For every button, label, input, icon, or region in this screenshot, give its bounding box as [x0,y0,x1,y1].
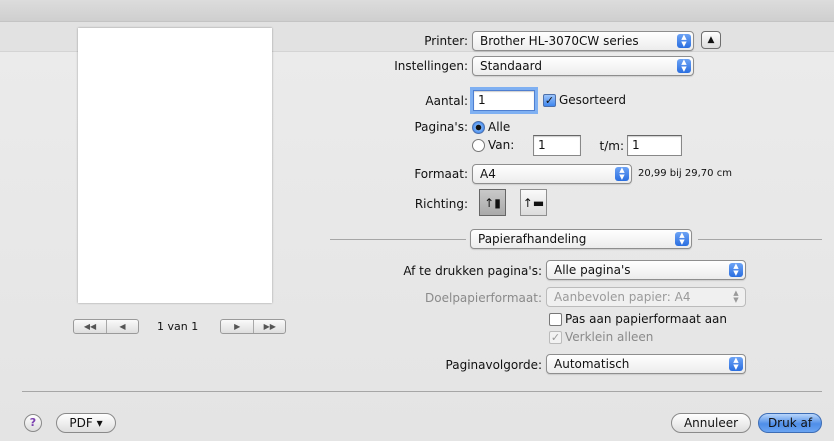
pager-back-group: ◀◀ ◀ [73,318,139,334]
pages-to-label: t/m: [599,139,624,153]
scale-to-paper-label: Pas aan papierformaat aan [565,312,727,326]
print-dialog: ◀◀ ◀ 1 van 1 ▶ ▶▶ Printer: Brother HL-30… [0,0,834,441]
pages-label: Pagina's: [414,120,468,134]
orientation-label: Richting: [414,197,468,211]
print-button[interactable]: Druk af [758,413,822,433]
landscape-button[interactable]: ↑▬ [520,189,547,216]
checkmark-icon: ✓ [549,330,562,344]
destination-size-value: Aanbevolen papier: A4 [554,290,691,304]
destination-size-popup[interactable]: Aanbevolen papier: A4 ▲ ▼ [546,287,746,307]
scale-to-paper-checkbox[interactable]: Pas aan papierformaat aan [549,312,727,326]
collated-label: Gesorteerd [559,93,627,107]
landscape-orientation-icon: ↑▬ [522,195,545,210]
triangle-up-icon: ▲ [707,35,715,45]
checkmark-icon: ✓ [543,93,556,107]
checkbox-empty-icon [549,312,562,326]
background-toolbar [0,0,834,22]
presets-popup[interactable]: Standaard ▲ ▼ [472,56,694,76]
scale-down-only-checkbox[interactable]: ✓ Verklein alleen [549,330,653,344]
section-divider-left [330,239,466,240]
cancel-button[interactable]: Annuleer [671,413,751,433]
pages-all-label: Alle [488,120,511,134]
scale-down-only-label: Verklein alleen [565,330,654,344]
section-value: Papierafhandeling [478,232,587,246]
paper-size-label: Formaat: [414,167,468,181]
pdf-menu-button[interactable]: PDF ▾ [56,413,116,433]
pages-to-print-popup[interactable]: Alle pagina's ▲ ▼ [546,260,746,280]
popup-arrows-icon: ▲ ▼ [729,263,743,277]
help-button[interactable]: ? [24,414,42,432]
popup-arrows-icon: ▲ ▼ [729,357,743,371]
collated-checkbox[interactable]: ✓ Gesorteerd [543,93,626,107]
radio-unselected-icon [472,138,485,152]
paper-dimensions: 20,99 bij 29,70 cm [638,168,732,179]
pages-from-radio[interactable]: Van: [472,138,514,152]
popup-arrows-icon: ▲ ▼ [677,59,691,73]
page-preview [78,28,272,303]
paper-size-popup[interactable]: A4 ▲ ▼ [472,164,632,184]
presets-value: Standaard [480,59,542,73]
destination-size-label: Doelpapierformaat: [425,291,542,305]
printer-label: Printer: [424,34,468,48]
presets-label: Instellingen: [394,59,468,73]
pages-all-radio[interactable]: Alle [472,120,510,134]
copies-label: Aantal: [425,94,468,108]
disclosure-triangle-button[interactable]: ▲ [701,31,721,49]
page-order-popup[interactable]: Automatisch ▲ ▼ [546,354,746,374]
popup-arrows-icon: ▲ ▼ [615,167,629,181]
last-page-button[interactable]: ▶▶ [253,319,285,333]
pages-from-field[interactable]: 1 [533,135,581,156]
page-indicator: 1 van 1 [157,319,199,333]
printer-popup[interactable]: Brother HL-3070CW series ▲ ▼ [472,31,694,51]
popup-arrows-icon: ▲ ▼ [675,232,689,246]
section-divider-right [698,239,822,240]
page-order-label: Paginavolgorde: [445,358,542,372]
pages-from-label: Van: [488,138,515,152]
section-popup[interactable]: Papierafhandeling ▲ ▼ [470,229,692,249]
printer-value: Brother HL-3070CW series [480,34,639,48]
first-page-button[interactable]: ◀◀ [74,320,106,333]
footer-divider [22,391,822,392]
paper-size-value: A4 [480,167,496,181]
popup-arrows-icon: ▲ ▼ [677,34,691,48]
radio-selected-icon [472,120,485,134]
pages-to-field[interactable]: 1 [627,135,682,156]
next-page-button[interactable]: ▶ [221,320,253,333]
copies-field[interactable]: 1 [473,90,535,111]
page-order-value: Automatisch [554,357,630,371]
pages-to-print-value: Alle pagina's [554,263,631,277]
pages-to-print-label: Af te drukken pagina's: [403,264,542,278]
portrait-button[interactable]: ↑▮ [479,189,506,216]
previous-page-button[interactable]: ◀ [106,319,138,333]
popup-arrows-icon: ▲ ▼ [733,289,739,304]
preview-pager: ◀◀ ◀ 1 van 1 ▶ ▶▶ [73,318,287,334]
portrait-orientation-icon: ↑▮ [484,195,501,210]
pager-forward-group: ▶ ▶▶ [220,318,287,334]
